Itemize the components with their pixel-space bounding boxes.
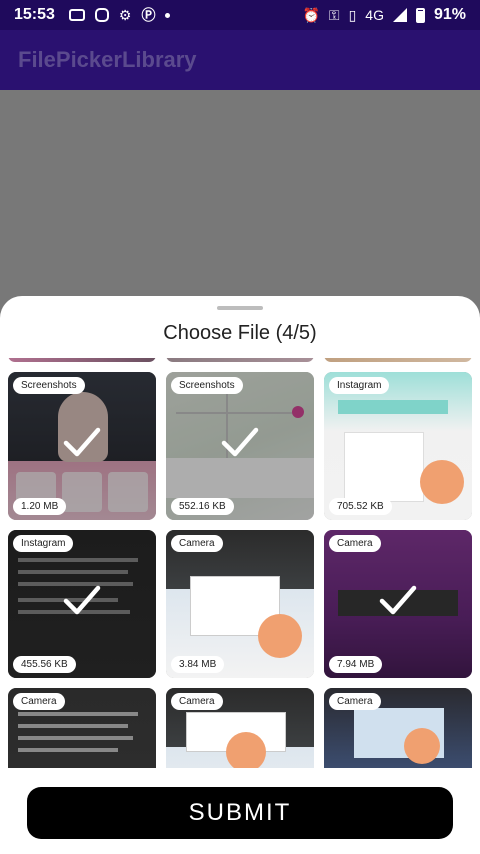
file-tile-partial[interactable]: [166, 358, 314, 362]
key-icon: ⚿: [328, 6, 340, 23]
signal-icon: [392, 8, 407, 22]
file-tile[interactable]: Camera: [8, 688, 156, 768]
folder-label: Camera: [329, 693, 381, 710]
file-size: 455.56 KB: [13, 656, 76, 673]
p-app-icon: Ⓟ: [141, 7, 156, 23]
file-tile[interactable]: Instagram 455.56 KB: [8, 530, 156, 678]
file-tile[interactable]: Camera: [324, 688, 472, 768]
drag-handle[interactable]: [217, 306, 263, 310]
file-size: 3.84 MB: [171, 656, 225, 673]
file-size: 7.94 MB: [329, 656, 383, 673]
folder-label: Camera: [171, 693, 223, 710]
more-notifications-icon: [165, 12, 171, 18]
file-size: 552.16 KB: [171, 498, 234, 515]
checkmark-icon: [63, 585, 101, 615]
file-grid-scroll[interactable]: Screenshots 1.20 MB Screenshots 552.16 K…: [0, 358, 480, 768]
app-title: FilePickerLibrary: [18, 47, 197, 72]
submit-button[interactable]: SUBMIT: [27, 787, 453, 839]
file-tile[interactable]: Screenshots 1.20 MB: [8, 372, 156, 520]
instagram-icon: [94, 8, 109, 22]
folder-label: Camera: [13, 693, 65, 710]
folder-label: Instagram: [329, 377, 390, 394]
file-size: 1.20 MB: [13, 498, 67, 515]
file-size: 705.52 KB: [329, 498, 392, 515]
alarm-icon: ⏰: [302, 6, 320, 23]
status-time: 15:53: [14, 6, 55, 23]
file-tile-partial[interactable]: [8, 358, 156, 362]
file-tile[interactable]: Camera: [166, 688, 314, 768]
folder-label: Camera: [329, 535, 381, 552]
system-icons: ⏰ ⚿ ▯ 4G 91%: [302, 6, 466, 24]
app-bar: FilePickerLibrary: [0, 30, 480, 90]
battery-icon: [415, 7, 425, 23]
checkmark-icon: [379, 585, 417, 615]
folder-label: Screenshots: [13, 377, 85, 394]
file-tile[interactable]: Camera 3.84 MB: [166, 530, 314, 678]
vibrate-icon: ▯: [348, 6, 357, 23]
checkmark-icon: [63, 427, 101, 457]
file-tile-partial[interactable]: [324, 358, 472, 362]
folder-label: Instagram: [13, 535, 74, 552]
folder-label: Screenshots: [171, 377, 243, 394]
file-tile[interactable]: Camera 7.94 MB: [324, 530, 472, 678]
notification-icons: ⚙ Ⓟ: [68, 5, 171, 25]
network-type: 4G: [365, 7, 384, 23]
checkmark-icon: [221, 427, 259, 457]
file-grid: Screenshots 1.20 MB Screenshots 552.16 K…: [8, 358, 472, 768]
file-tile[interactable]: Screenshots 552.16 KB: [166, 372, 314, 520]
folder-label: Camera: [171, 535, 223, 552]
accessibility-icon: ⚙: [118, 6, 132, 23]
battery-percent: 91%: [433, 6, 466, 23]
screen-record-icon: [68, 9, 85, 21]
file-tile[interactable]: Instagram 705.52 KB: [324, 372, 472, 520]
file-picker-sheet: Choose File (4/5) Screenshots 1.20 MB Sc…: [0, 296, 480, 854]
status-bar: 15:53 ⚙ Ⓟ ⏰ ⚿ ▯ 4G 91%: [0, 0, 480, 30]
sheet-title: Choose File (4/5): [163, 322, 317, 344]
